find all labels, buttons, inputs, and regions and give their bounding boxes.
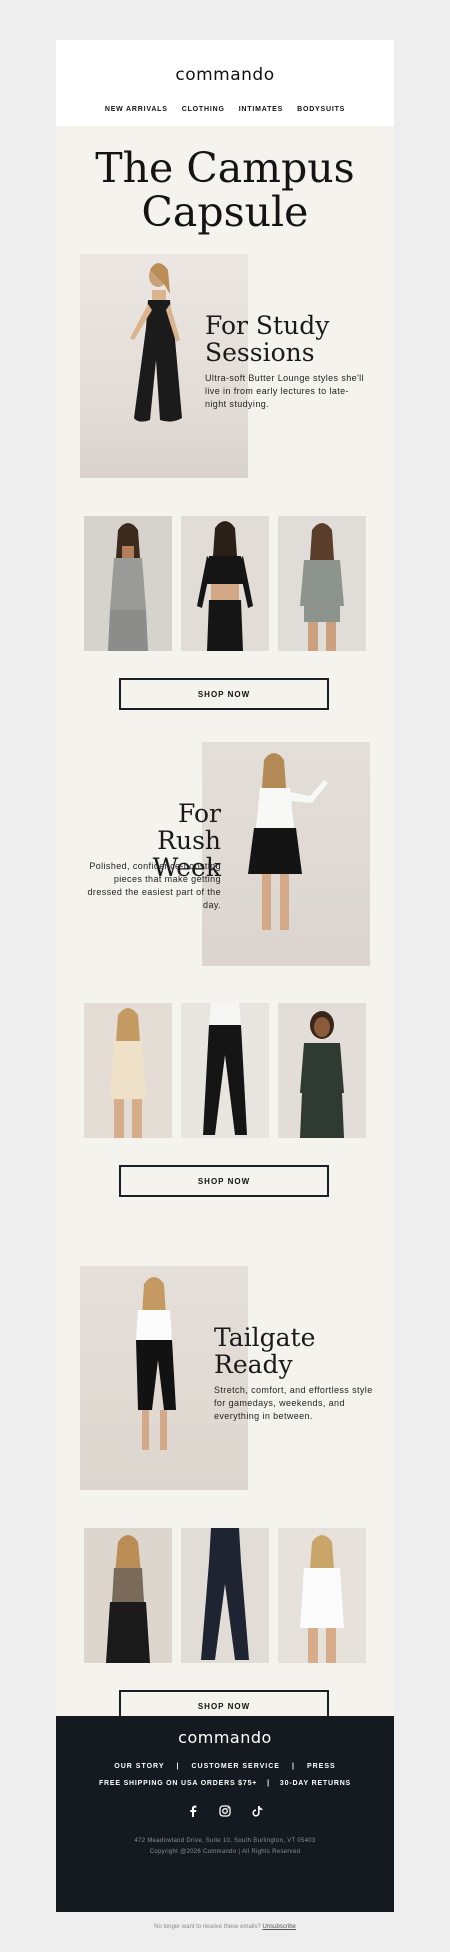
shop-now-button[interactable]: SHOP NOW bbox=[119, 678, 329, 710]
footer-logo[interactable]: commando bbox=[56, 1728, 394, 1747]
tiktok-icon[interactable] bbox=[250, 1804, 264, 1818]
instagram-icon[interactable] bbox=[218, 1804, 232, 1818]
returns-text: 30-DAY RETURNS bbox=[279, 1780, 352, 1787]
nav-clothing[interactable]: CLOTHING bbox=[182, 106, 225, 113]
product-thumb-7[interactable] bbox=[84, 1528, 172, 1663]
social-links bbox=[56, 1804, 394, 1818]
model-figure-icon bbox=[203, 1003, 247, 1135]
model-figure-icon bbox=[300, 523, 344, 651]
rush-hero-photo[interactable] bbox=[202, 742, 370, 966]
facebook-icon[interactable] bbox=[186, 1804, 200, 1818]
email-header: commando NEW ARRIVALS CLOTHING INTIMATES… bbox=[56, 40, 394, 126]
brand-logo[interactable]: commando bbox=[56, 65, 394, 85]
product-thumb-9[interactable] bbox=[278, 1528, 366, 1663]
product-thumb-1[interactable] bbox=[84, 516, 172, 651]
footer-link-customer-service[interactable]: CUSTOMER SERVICE bbox=[192, 1763, 280, 1770]
model-figure-icon bbox=[201, 1528, 249, 1660]
footer-address: 472 Meadowland Drive, Suite 10, South Bu… bbox=[134, 1838, 316, 1844]
footer-separator: | bbox=[291, 1763, 295, 1770]
footer-copyright: Copyright @2026 Commando | All Rights Re… bbox=[149, 1849, 301, 1855]
email-footer: commando OUR STORY | CUSTOMER SERVICE | … bbox=[56, 1716, 394, 1912]
model-figure-icon bbox=[248, 753, 328, 930]
footer-separator: | bbox=[267, 1780, 270, 1787]
product-thumb-8[interactable] bbox=[181, 1528, 269, 1663]
campaign-title-line1: The Campus bbox=[95, 144, 355, 192]
model-figure-icon bbox=[197, 521, 253, 651]
section-description: Ultra-soft Butter Lounge styles she'll l… bbox=[205, 373, 364, 409]
footer-shipping: FREE SHIPPING ON USA ORDERS $75+ | 30-DA… bbox=[56, 1780, 394, 1787]
nav-bodysuits[interactable]: BODYSUITS bbox=[297, 106, 345, 113]
section-title-line1: For Rush bbox=[157, 799, 221, 855]
email-container: commando NEW ARRIVALS CLOTHING INTIMATES… bbox=[56, 40, 394, 1912]
section-title: Tailgate Ready bbox=[214, 1324, 315, 1378]
footer-link-press[interactable]: PRESS bbox=[307, 1763, 336, 1770]
product-thumb-6[interactable] bbox=[278, 1003, 366, 1138]
nav-intimates[interactable]: INTIMATES bbox=[239, 106, 283, 113]
section-title-line1: For Study bbox=[205, 311, 330, 340]
unsubscribe-link[interactable]: Unsubscribe bbox=[263, 1924, 296, 1930]
campaign-title: The Campus Capsule bbox=[56, 146, 394, 234]
footer-link-our-story[interactable]: OUR STORY bbox=[114, 1763, 164, 1770]
unsubscribe-line: No longer want to receive these emails? … bbox=[0, 1924, 450, 1930]
section-description: Polished, confidence-boosting pieces tha… bbox=[87, 861, 221, 910]
nav-new-arrivals[interactable]: NEW ARRIVALS bbox=[105, 106, 168, 113]
section-description: Stretch, comfort, and effortless style f… bbox=[214, 1385, 373, 1421]
section-title-line2: Sessions bbox=[205, 338, 315, 367]
footer-links: OUR STORY | CUSTOMER SERVICE | PRESS bbox=[56, 1763, 394, 1770]
section-title: For Study Sessions bbox=[205, 312, 329, 366]
unsubscribe-text: No longer want to receive these emails? bbox=[154, 1924, 261, 1930]
product-thumb-4[interactable] bbox=[84, 1003, 172, 1138]
product-thumb-5[interactable] bbox=[181, 1003, 269, 1138]
model-figure-icon bbox=[300, 1011, 344, 1138]
product-thumb-3[interactable] bbox=[278, 516, 366, 651]
section-title-line1: Tailgate bbox=[214, 1323, 316, 1352]
model-figure-icon bbox=[110, 1008, 146, 1138]
top-nav: NEW ARRIVALS CLOTHING INTIMATES BODYSUIT… bbox=[56, 106, 394, 113]
model-figure-icon bbox=[106, 1535, 150, 1663]
product-thumb-2[interactable] bbox=[181, 516, 269, 651]
model-figure-icon bbox=[300, 1535, 344, 1663]
shop-now-button[interactable]: SHOP NOW bbox=[119, 1165, 329, 1197]
free-shipping-text: FREE SHIPPING ON USA ORDERS $75+ bbox=[98, 1780, 258, 1787]
footer-separator: | bbox=[176, 1763, 180, 1770]
campaign-title-line2: Capsule bbox=[141, 188, 309, 236]
section-title-line2: Ready bbox=[214, 1350, 293, 1379]
model-figure-icon bbox=[108, 523, 148, 651]
